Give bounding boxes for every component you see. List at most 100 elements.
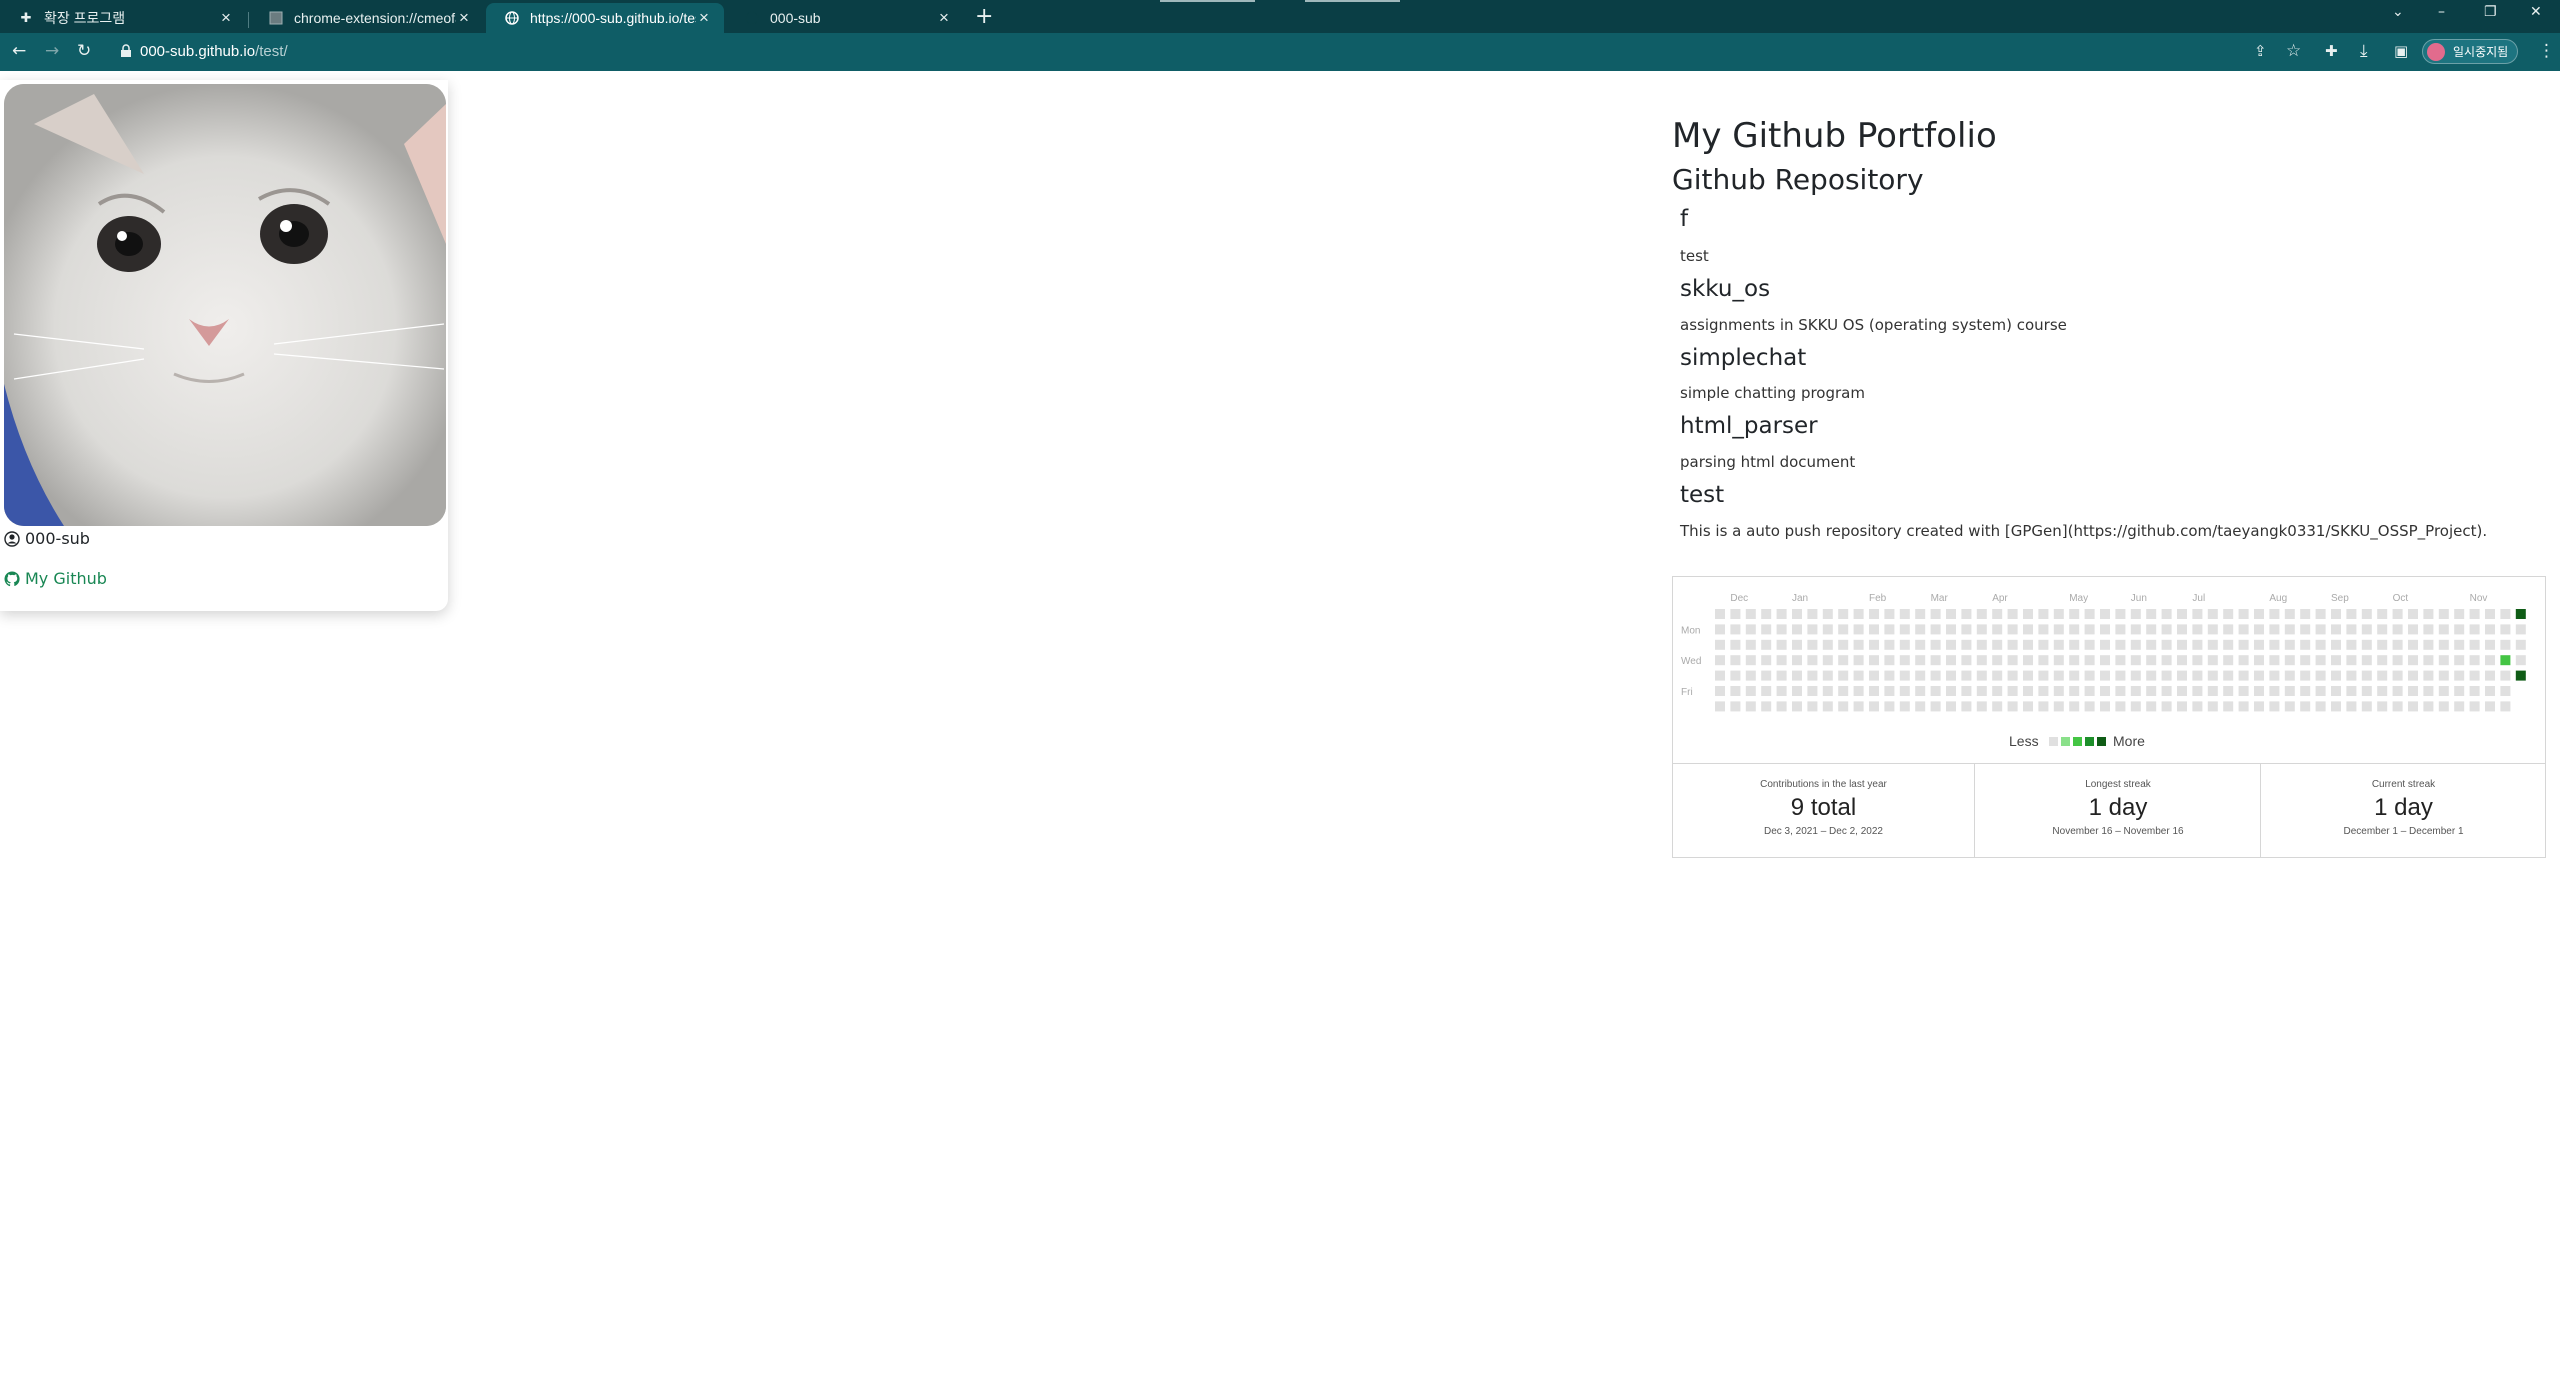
contribution-day-cell[interactable] (2284, 686, 2295, 696)
contribution-day-cell[interactable] (2130, 686, 2141, 696)
contribution-day-cell[interactable] (2007, 686, 2018, 696)
contribution-day-cell[interactable] (1869, 670, 1879, 681)
contribution-day-cell[interactable] (1869, 639, 1879, 650)
repo-name[interactable]: html_parser (1680, 413, 1818, 439)
contribution-day-cell[interactable] (1761, 655, 1772, 666)
contribution-day-cell[interactable] (2315, 655, 2326, 666)
contribution-day-cell[interactable] (2392, 686, 2403, 696)
contribution-day-cell[interactable] (2300, 701, 2311, 712)
contribution-day-cell[interactable] (2207, 701, 2218, 712)
contribution-day-cell[interactable] (2469, 639, 2480, 650)
contribution-day-cell[interactable] (2500, 624, 2511, 635)
contribution-day-cell[interactable] (1976, 686, 1987, 696)
contribution-day-cell[interactable] (1776, 701, 1787, 712)
contribution-day-cell[interactable] (1776, 624, 1787, 635)
contribution-day-cell[interactable] (1946, 609, 1956, 619)
contribution-day-cell[interactable] (2438, 639, 2449, 650)
contribution-day-cell[interactable] (1946, 624, 1956, 635)
contribution-day-cell[interactable] (2438, 670, 2449, 681)
contribution-day-cell[interactable] (2284, 609, 2295, 619)
close-icon[interactable]: × (218, 8, 234, 28)
contribution-day-cell[interactable] (1992, 639, 2003, 650)
contribution-day-cell[interactable] (2331, 670, 2341, 681)
repo-name[interactable]: skku_os (1680, 276, 1770, 302)
menu-kebab-icon[interactable]: ⋮ (2538, 42, 2555, 60)
contribution-day-cell[interactable] (2515, 624, 2526, 635)
contribution-day-cell[interactable] (1853, 624, 1864, 635)
contribution-day-cell[interactable] (1853, 639, 1864, 650)
contribution-day-cell[interactable] (2146, 655, 2157, 666)
contribution-day-cell[interactable] (2315, 639, 2326, 650)
contribution-day-cell[interactable] (2515, 609, 2526, 619)
contribution-day-cell[interactable] (2177, 624, 2187, 635)
contribution-day-cell[interactable] (1715, 655, 1725, 666)
contribution-day-cell[interactable] (1838, 670, 1849, 681)
contribution-day-cell[interactable] (2207, 639, 2218, 650)
contribution-day-cell[interactable] (2038, 655, 2049, 666)
contribution-day-cell[interactable] (2023, 701, 2033, 712)
contribution-day-cell[interactable] (1776, 655, 1787, 666)
contribution-day-cell[interactable] (2192, 624, 2203, 635)
contribution-day-cell[interactable] (1730, 655, 1741, 666)
contribution-day-cell[interactable] (1899, 624, 1910, 635)
contribution-day-cell[interactable] (2038, 624, 2049, 635)
contribution-day-cell[interactable] (2069, 655, 2080, 666)
contribution-day-cell[interactable] (1884, 624, 1895, 635)
contribution-day-cell[interactable] (2161, 655, 2172, 666)
contribution-day-cell[interactable] (1715, 639, 1725, 650)
contribution-day-cell[interactable] (1930, 701, 1941, 712)
contribution-day-cell[interactable] (2007, 701, 2018, 712)
contribution-day-cell[interactable] (2084, 701, 2095, 712)
contribution-day-cell[interactable] (2084, 686, 2095, 696)
contribution-day-cell[interactable] (2284, 701, 2295, 712)
contribution-day-cell[interactable] (2023, 686, 2033, 696)
contribution-day-cell[interactable] (2392, 639, 2403, 650)
contribution-day-cell[interactable] (1715, 609, 1725, 619)
download-icon[interactable]: ⤓ (2360, 42, 2368, 60)
contribution-day-cell[interactable] (2469, 701, 2480, 712)
contribution-day-cell[interactable] (1745, 655, 1756, 666)
extensions-puzzle-icon[interactable]: ✚ (2325, 42, 2338, 60)
contribution-day-cell[interactable] (2007, 624, 2018, 635)
contribution-day-cell[interactable] (2146, 686, 2157, 696)
contribution-day-cell[interactable] (1976, 670, 1987, 681)
contribution-day-cell[interactable] (2485, 639, 2495, 650)
contribution-day-cell[interactable] (2069, 701, 2080, 712)
contribution-day-cell[interactable] (2023, 670, 2033, 681)
contribution-day-cell[interactable] (2130, 701, 2141, 712)
contribution-day-cell[interactable] (2408, 624, 2418, 635)
contribution-day-cell[interactable] (2500, 701, 2511, 712)
contribution-day-cell[interactable] (2485, 655, 2495, 666)
contribution-day-cell[interactable] (2007, 639, 2018, 650)
contribution-day-cell[interactable] (2408, 670, 2418, 681)
contribution-day-cell[interactable] (1730, 639, 1741, 650)
contribution-day-cell[interactable] (2038, 701, 2049, 712)
contribution-day-cell[interactable] (1822, 670, 1833, 681)
contribution-day-cell[interactable] (1869, 609, 1879, 619)
contribution-day-cell[interactable] (2269, 624, 2280, 635)
contribution-day-cell[interactable] (1884, 639, 1895, 650)
contribution-day-cell[interactable] (2100, 655, 2110, 666)
contribution-day-cell[interactable] (2069, 686, 2080, 696)
contribution-day-cell[interactable] (1976, 609, 1987, 619)
contribution-day-cell[interactable] (2100, 624, 2110, 635)
contribution-day-cell[interactable] (2300, 670, 2311, 681)
contribution-day-cell[interactable] (2284, 655, 2295, 666)
contribution-day-cell[interactable] (1730, 686, 1741, 696)
contribution-day-cell[interactable] (2254, 701, 2264, 712)
contribution-day-cell[interactable] (1853, 655, 1864, 666)
contribution-day-cell[interactable] (1961, 624, 1972, 635)
contribution-day-cell[interactable] (2346, 701, 2357, 712)
contribution-day-cell[interactable] (2515, 639, 2526, 650)
reload-icon[interactable]: ↻ (77, 42, 91, 60)
contribution-day-cell[interactable] (2361, 639, 2372, 650)
contribution-day-cell[interactable] (2284, 670, 2295, 681)
contribution-day-cell[interactable] (1761, 639, 1772, 650)
contribution-day-cell[interactable] (2053, 609, 2064, 619)
contribution-day-cell[interactable] (2238, 639, 2249, 650)
contribution-day-cell[interactable] (2392, 609, 2403, 619)
contribution-day-cell[interactable] (1807, 609, 1818, 619)
contribution-day-cell[interactable] (2238, 624, 2249, 635)
contribution-day-cell[interactable] (2331, 624, 2341, 635)
contribution-day-cell[interactable] (1853, 670, 1864, 681)
